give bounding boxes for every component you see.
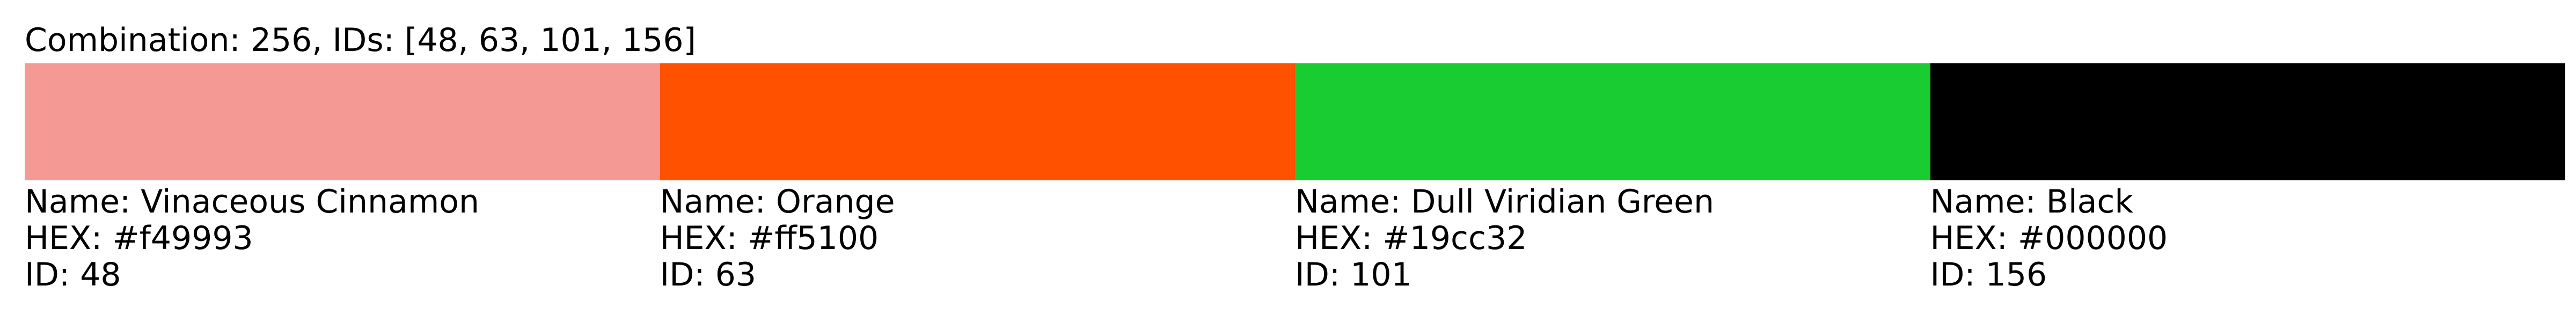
color-name-2: Name: Orange [660, 183, 895, 221]
color-swatch-4 [1930, 63, 2565, 180]
color-name-1: Name: Vinaceous Cinnamon [25, 183, 480, 221]
color-id-3: ID: 101 [1295, 256, 1412, 294]
color-id-1: ID: 48 [25, 256, 121, 294]
palette-title: Combination: 256, IDs: [48, 63, 101, 156… [25, 21, 696, 59]
color-swatch-row [25, 63, 2565, 180]
color-label-4: Name: Black HEX: #000000 ID: 156 [1930, 184, 2566, 293]
color-label-1: Name: Vinaceous Cinnamon HEX: #f49993 ID… [25, 184, 660, 293]
color-hex-4: HEX: #000000 [1930, 219, 2168, 257]
color-label-3: Name: Dull Viridian Green HEX: #19cc32 I… [1295, 184, 1930, 293]
color-hex-2: HEX: #ff5100 [660, 219, 879, 257]
color-id-2: ID: 63 [660, 256, 757, 294]
color-hex-1: HEX: #f49993 [25, 219, 253, 257]
color-name-4: Name: Black [1930, 183, 2134, 221]
color-labels-row: Name: Vinaceous Cinnamon HEX: #f49993 ID… [25, 184, 2565, 293]
color-id-4: ID: 156 [1930, 256, 2047, 294]
color-hex-3: HEX: #19cc32 [1295, 219, 1527, 257]
color-swatch-3 [1295, 63, 1930, 180]
color-label-2: Name: Orange HEX: #ff5100 ID: 63 [660, 184, 1296, 293]
color-swatch-2 [660, 63, 1295, 180]
color-swatch-1 [25, 63, 660, 180]
color-name-3: Name: Dull Viridian Green [1295, 183, 1714, 221]
